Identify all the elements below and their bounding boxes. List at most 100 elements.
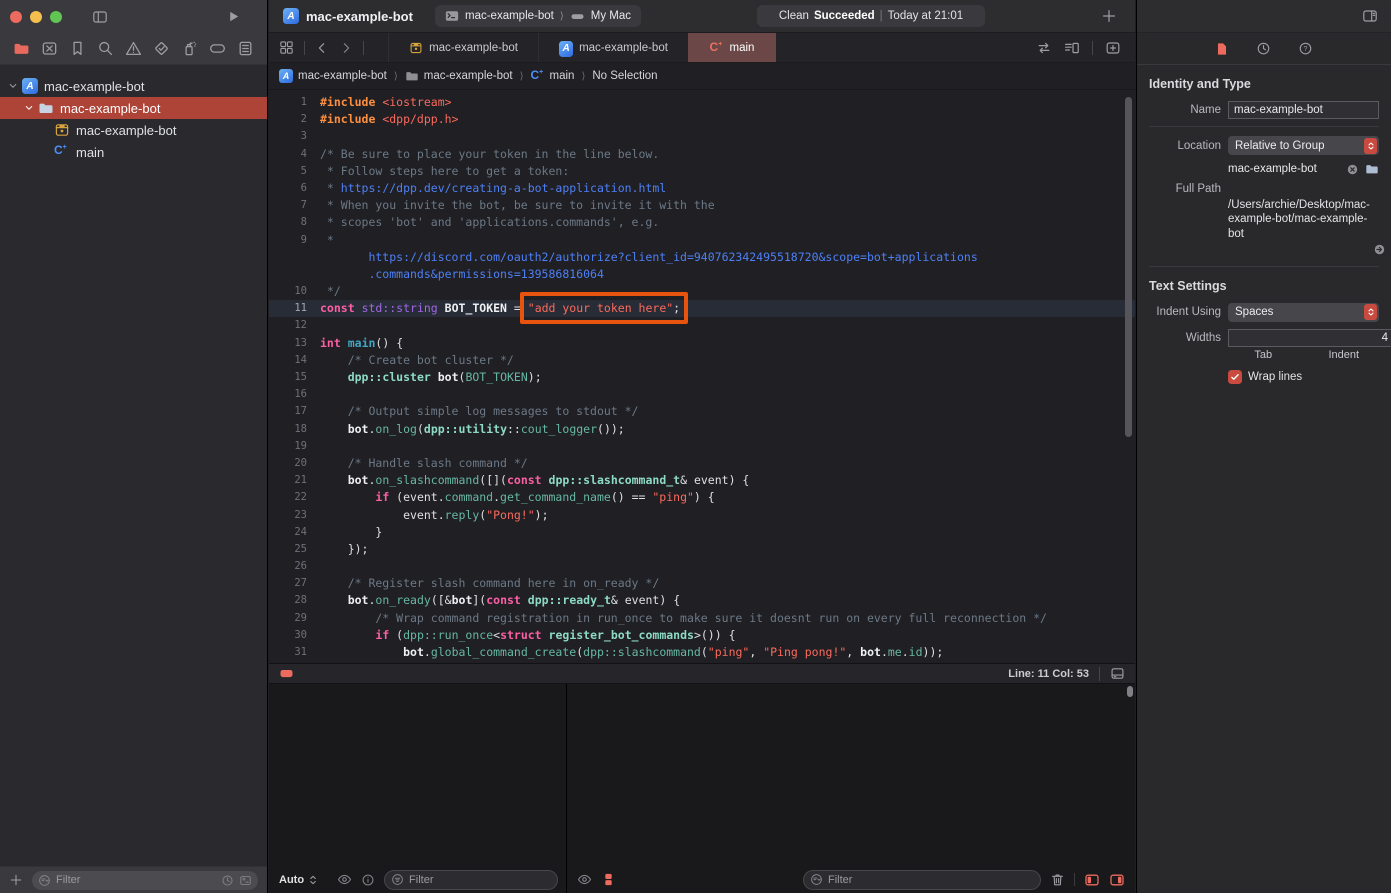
code-line[interactable]: 16 xyxy=(269,386,1135,403)
history-inspector-icon[interactable] xyxy=(1256,41,1271,56)
editor-tab-mac-example-bot[interactable]: Amac-example-bot xyxy=(538,33,688,62)
navigator-filter-field[interactable] xyxy=(32,871,258,890)
tab-overview-icon[interactable] xyxy=(279,40,294,55)
scheme-destination-label[interactable]: My Mac xyxy=(591,10,631,22)
console-filter-input[interactable] xyxy=(828,874,1034,886)
code-line[interactable]: 26 xyxy=(269,558,1135,575)
code-line[interactable]: 9 * xyxy=(269,232,1135,249)
code-line[interactable]: .commands&permissions=139586816064 xyxy=(269,266,1135,283)
tab-width-field[interactable] xyxy=(1228,329,1391,347)
code-line[interactable]: 8 * scopes 'bot' and 'applications.comma… xyxy=(269,214,1135,231)
toggle-inspector-icon[interactable] xyxy=(1362,8,1378,24)
code-line[interactable]: 10 */ xyxy=(269,283,1135,300)
code-line[interactable]: 13int main() { xyxy=(269,335,1135,352)
recent-files-filter-icon[interactable] xyxy=(221,874,234,887)
add-editor-icon[interactable] xyxy=(1105,40,1121,56)
code-line[interactable]: 19 xyxy=(269,438,1135,455)
console-output-selector-icon[interactable] xyxy=(601,872,616,887)
code-line[interactable]: 4/* Be sure to place your token in the l… xyxy=(269,146,1135,163)
tree-row-project-root[interactable]: Amac-example-bot xyxy=(0,75,267,97)
code-line[interactable]: 31 bot.global_command_create(dpp::slashc… xyxy=(269,644,1135,661)
variables-filter-field[interactable] xyxy=(384,870,558,890)
code-line[interactable]: 25 }); xyxy=(269,541,1135,558)
disclosure-triangle-icon[interactable] xyxy=(8,81,22,91)
source-editor[interactable]: 1#include <iostream>2#include <dpp/dpp.h… xyxy=(269,90,1135,663)
find-navigator-icon[interactable] xyxy=(97,40,114,57)
code-line[interactable]: 29 /* Wrap command registration in run_o… xyxy=(269,610,1135,627)
add-file-button[interactable] xyxy=(9,873,23,887)
toggle-sidebar-icon[interactable] xyxy=(92,9,108,25)
code-line[interactable]: 32 } xyxy=(269,661,1135,663)
code-line[interactable]: 1#include <iostream> xyxy=(269,94,1135,111)
close-window-button[interactable] xyxy=(10,11,22,23)
source-control-filter-icon[interactable] xyxy=(239,874,252,887)
breadcrumb-item[interactable]: mac-example-bot xyxy=(405,69,513,83)
code-line[interactable]: 30 if (dpp::run_once<struct register_bot… xyxy=(269,627,1135,644)
choose-folder-icon[interactable] xyxy=(1365,162,1379,176)
indent-using-dropdown[interactable]: Spaces xyxy=(1228,303,1379,322)
code-line[interactable]: 15 dpp::cluster bot(BOT_TOKEN); xyxy=(269,369,1135,386)
editor-options-icon[interactable] xyxy=(1064,40,1080,56)
project-navigator-icon[interactable] xyxy=(13,40,30,57)
code-line[interactable]: 22 if (event.command.get_command_name() … xyxy=(269,489,1135,506)
console-filter-field[interactable] xyxy=(803,870,1041,890)
code-line[interactable]: 14 /* Create bot cluster */ xyxy=(269,352,1135,369)
tree-row-main-cpp-file[interactable]: C+main xyxy=(0,141,267,163)
breadcrumb-item[interactable]: No Selection xyxy=(592,70,657,82)
disclosure-triangle-icon[interactable] xyxy=(24,103,38,113)
issues-navigator-icon[interactable] xyxy=(125,40,142,57)
clear-console-icon[interactable] xyxy=(1050,872,1065,887)
code-line[interactable]: 18 bot.on_log(dpp::utility::cout_logger(… xyxy=(269,421,1135,438)
code-line[interactable]: 27 /* Register slash command here in on_… xyxy=(269,575,1135,592)
code-line[interactable]: 7 * When you invite the bot, be sure to … xyxy=(269,197,1135,214)
code-line[interactable]: 24 } xyxy=(269,524,1135,541)
code-line[interactable]: 5 * Follow steps here to get a token: xyxy=(269,163,1135,180)
back-icon[interactable] xyxy=(315,41,329,55)
code-line[interactable]: 21 bot.on_slashcommand([](const dpp::sla… xyxy=(269,472,1135,489)
code-line[interactable]: 23 event.reply("Pong!"); xyxy=(269,507,1135,524)
show-variables-view-icon[interactable] xyxy=(1084,872,1100,888)
debug-navigator-icon[interactable] xyxy=(181,40,198,57)
variables-scope-selector[interactable]: Auto xyxy=(279,874,319,886)
breakpoints-toggle-icon[interactable] xyxy=(279,666,294,681)
quicklook-icon[interactable] xyxy=(577,872,592,887)
wrap-lines-checkbox[interactable] xyxy=(1228,370,1242,384)
code-line[interactable]: https://discord.com/oauth2/authorize?cli… xyxy=(269,249,1135,266)
tree-row-product-reference[interactable]: mac-example-bot xyxy=(0,119,267,141)
editor-scrollbar[interactable] xyxy=(1125,97,1132,437)
activity-status[interactable]: Clean Succeeded | Today at 21:01 xyxy=(757,5,985,27)
show-console-view-icon[interactable] xyxy=(1109,872,1125,888)
zoom-window-button[interactable] xyxy=(50,11,62,23)
location-dropdown[interactable]: Relative to Group xyxy=(1228,136,1379,155)
code-line[interactable]: 12 xyxy=(269,317,1135,334)
run-button[interactable] xyxy=(226,9,241,24)
tests-navigator-icon[interactable] xyxy=(153,40,170,57)
library-add-button[interactable] xyxy=(1101,8,1117,24)
bookmarks-navigator-icon[interactable] xyxy=(69,40,86,57)
editor-tab-mac-example-bot[interactable]: mac-example-bot xyxy=(388,33,538,62)
scheme-selector[interactable]: mac-example-bot ⟩ My Mac xyxy=(435,5,641,27)
code-line[interactable]: 17 /* Output simple log messages to stdo… xyxy=(269,403,1135,420)
breadcrumb-item[interactable]: Amac-example-bot xyxy=(279,69,387,83)
forward-icon[interactable] xyxy=(339,41,353,55)
breadcrumb-item[interactable]: C+main xyxy=(531,69,575,83)
hide-debug-area-icon[interactable] xyxy=(1110,666,1125,681)
clear-location-icon[interactable] xyxy=(1346,163,1359,176)
tree-row-group-folder[interactable]: mac-example-bot xyxy=(0,97,267,119)
reports-navigator-icon[interactable] xyxy=(237,40,254,57)
navigator-filter-input[interactable] xyxy=(56,874,216,886)
breakpoints-navigator-icon[interactable] xyxy=(209,40,226,57)
quicklook-icon[interactable] xyxy=(337,872,352,887)
file-inspector-icon[interactable] xyxy=(1215,42,1229,56)
code-line[interactable]: 2#include <dpp/dpp.h> xyxy=(269,111,1135,128)
code-line[interactable]: 28 bot.on_ready([&bot](const dpp::ready_… xyxy=(269,592,1135,609)
source-control-navigator-icon[interactable] xyxy=(41,40,58,57)
variable-info-icon[interactable] xyxy=(361,873,375,887)
variables-filter-input[interactable] xyxy=(409,874,551,886)
related-items-icon[interactable] xyxy=(1036,40,1052,56)
help-inspector-icon[interactable]: ? xyxy=(1298,41,1313,56)
code-line[interactable]: 20 /* Handle slash command */ xyxy=(269,455,1135,472)
code-line[interactable]: 3 xyxy=(269,128,1135,145)
code-line-current[interactable]: 11const std::string BOT_TOKEN = "add you… xyxy=(269,300,1135,317)
minimize-window-button[interactable] xyxy=(30,11,42,23)
